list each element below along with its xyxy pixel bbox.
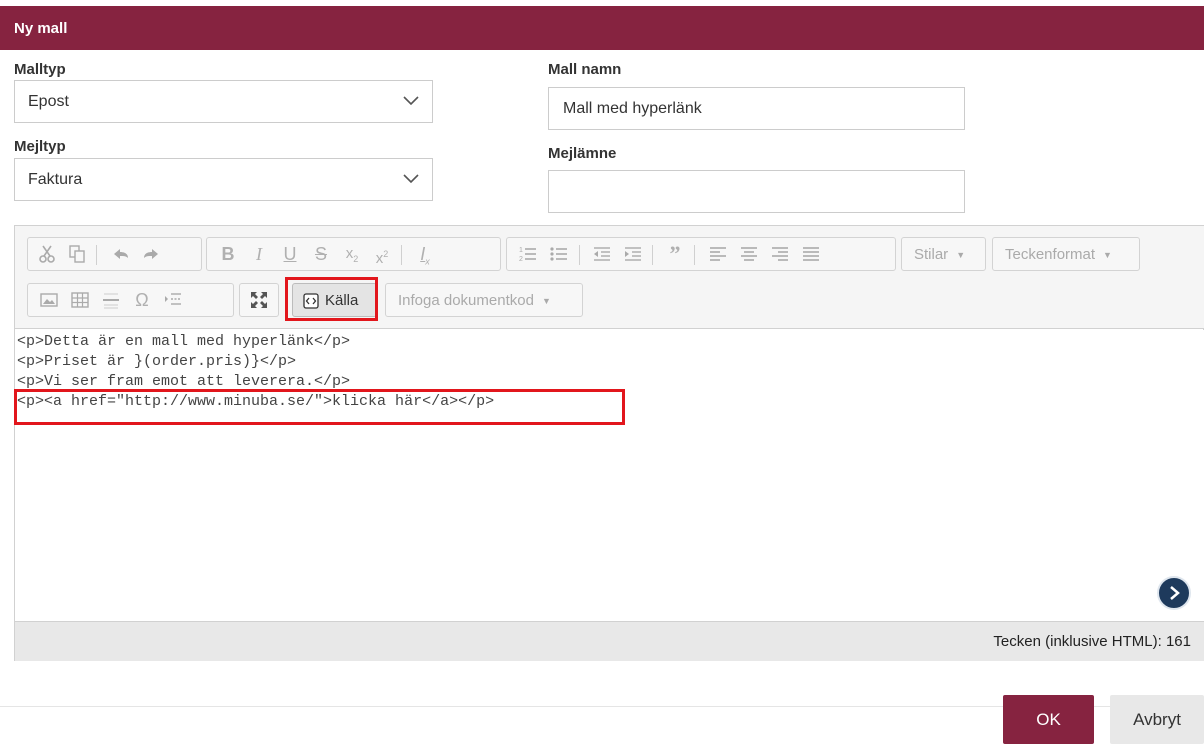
malltyp-value: Epost [28,93,69,110]
editor-toolbar: B I U S x2 x2 Ix 12 ” Stilar ▼ Teckenfor… [15,226,1204,329]
char-count: Tecken (inklusive HTML): 161 [15,621,1204,661]
insert-code-dropdown[interactable]: Infoga dokumentkod ▼ [385,283,583,317]
source-textarea[interactable]: <p>Detta är en mall med hyperlänk</p> <p>… [15,330,1204,621]
dialog-title: Ny mall [0,6,1204,50]
svg-text:2: 2 [519,256,523,263]
bold-icon[interactable]: B [215,241,241,267]
ok-button[interactable]: OK [1003,695,1094,744]
strikethrough-icon[interactable]: S [308,241,334,267]
superscript-icon[interactable]: x2 [369,241,395,267]
copy-icon[interactable] [64,241,90,267]
special-character-icon[interactable]: Ω [129,287,155,313]
svg-text:1: 1 [519,247,523,254]
numbered-list-icon[interactable]: 12 [515,241,541,267]
align-center-icon[interactable] [736,241,762,267]
format-dropdown[interactable]: Teckenformat ▼ [992,237,1140,271]
bullet-list-icon[interactable] [546,241,572,267]
styles-label: Stilar [914,246,949,263]
highlight-hyperlink-line [14,389,625,425]
mallnamn-input[interactable]: Mall med hyperlänk [548,87,965,130]
chevron-down-icon [403,96,419,106]
image-icon[interactable] [36,287,62,313]
indent-icon[interactable] [620,241,646,267]
maximize-icon[interactable] [246,287,272,313]
format-label: Teckenformat [1005,246,1096,263]
malltyp-label: Malltyp [14,61,66,78]
undo-icon[interactable] [108,241,134,267]
toolbar-group-clipboard [27,237,202,271]
mejlamne-label: Mejlämne [548,145,617,162]
toolbar-group-maximize [239,283,279,317]
cancel-button[interactable]: Avbryt [1110,695,1204,744]
align-right-icon[interactable] [767,241,793,267]
underline-icon[interactable]: U [277,241,303,267]
mejlamne-input[interactable] [548,170,965,213]
cut-icon[interactable] [34,241,60,267]
redo-icon[interactable] [138,241,164,267]
assistant-icon[interactable] [1157,576,1191,610]
align-left-icon[interactable] [705,241,731,267]
horizontal-line-icon[interactable] [98,287,124,313]
page-break-icon[interactable] [160,287,186,313]
toolbar-group-insert: Ω [27,283,234,317]
toolbar-group-format: B I U S x2 x2 Ix [206,237,501,271]
table-icon[interactable] [67,287,93,313]
chevron-down-icon [403,174,419,184]
align-justify-icon[interactable] [798,241,824,267]
mejltyp-value: Faktura [28,171,83,188]
mejltyp-label: Mejltyp [14,138,66,155]
remove-format-icon[interactable]: Ix [412,241,438,267]
insert-code-label: Infoga dokumentkod [398,292,534,309]
mallnamn-label: Mall namn [548,61,622,78]
mejltyp-select[interactable]: Faktura [14,158,433,201]
outdent-icon[interactable] [589,241,615,267]
rich-text-editor: B I U S x2 x2 Ix 12 ” Stilar ▼ Teckenfor… [14,225,1204,661]
subscript-icon[interactable]: x2 [339,241,365,267]
toolbar-group-paragraph: 12 ” [506,237,896,271]
blockquote-icon[interactable]: ” [662,241,688,267]
source-line: <p>Priset är }(order.pris)}</p> [17,353,297,370]
italic-icon[interactable]: I [246,241,272,267]
styles-dropdown[interactable]: Stilar ▼ [901,237,986,271]
source-line: <p>Detta är en mall med hyperlänk</p> [17,333,351,350]
highlight-source-button [285,277,378,321]
malltyp-select[interactable]: Epost [14,80,433,123]
